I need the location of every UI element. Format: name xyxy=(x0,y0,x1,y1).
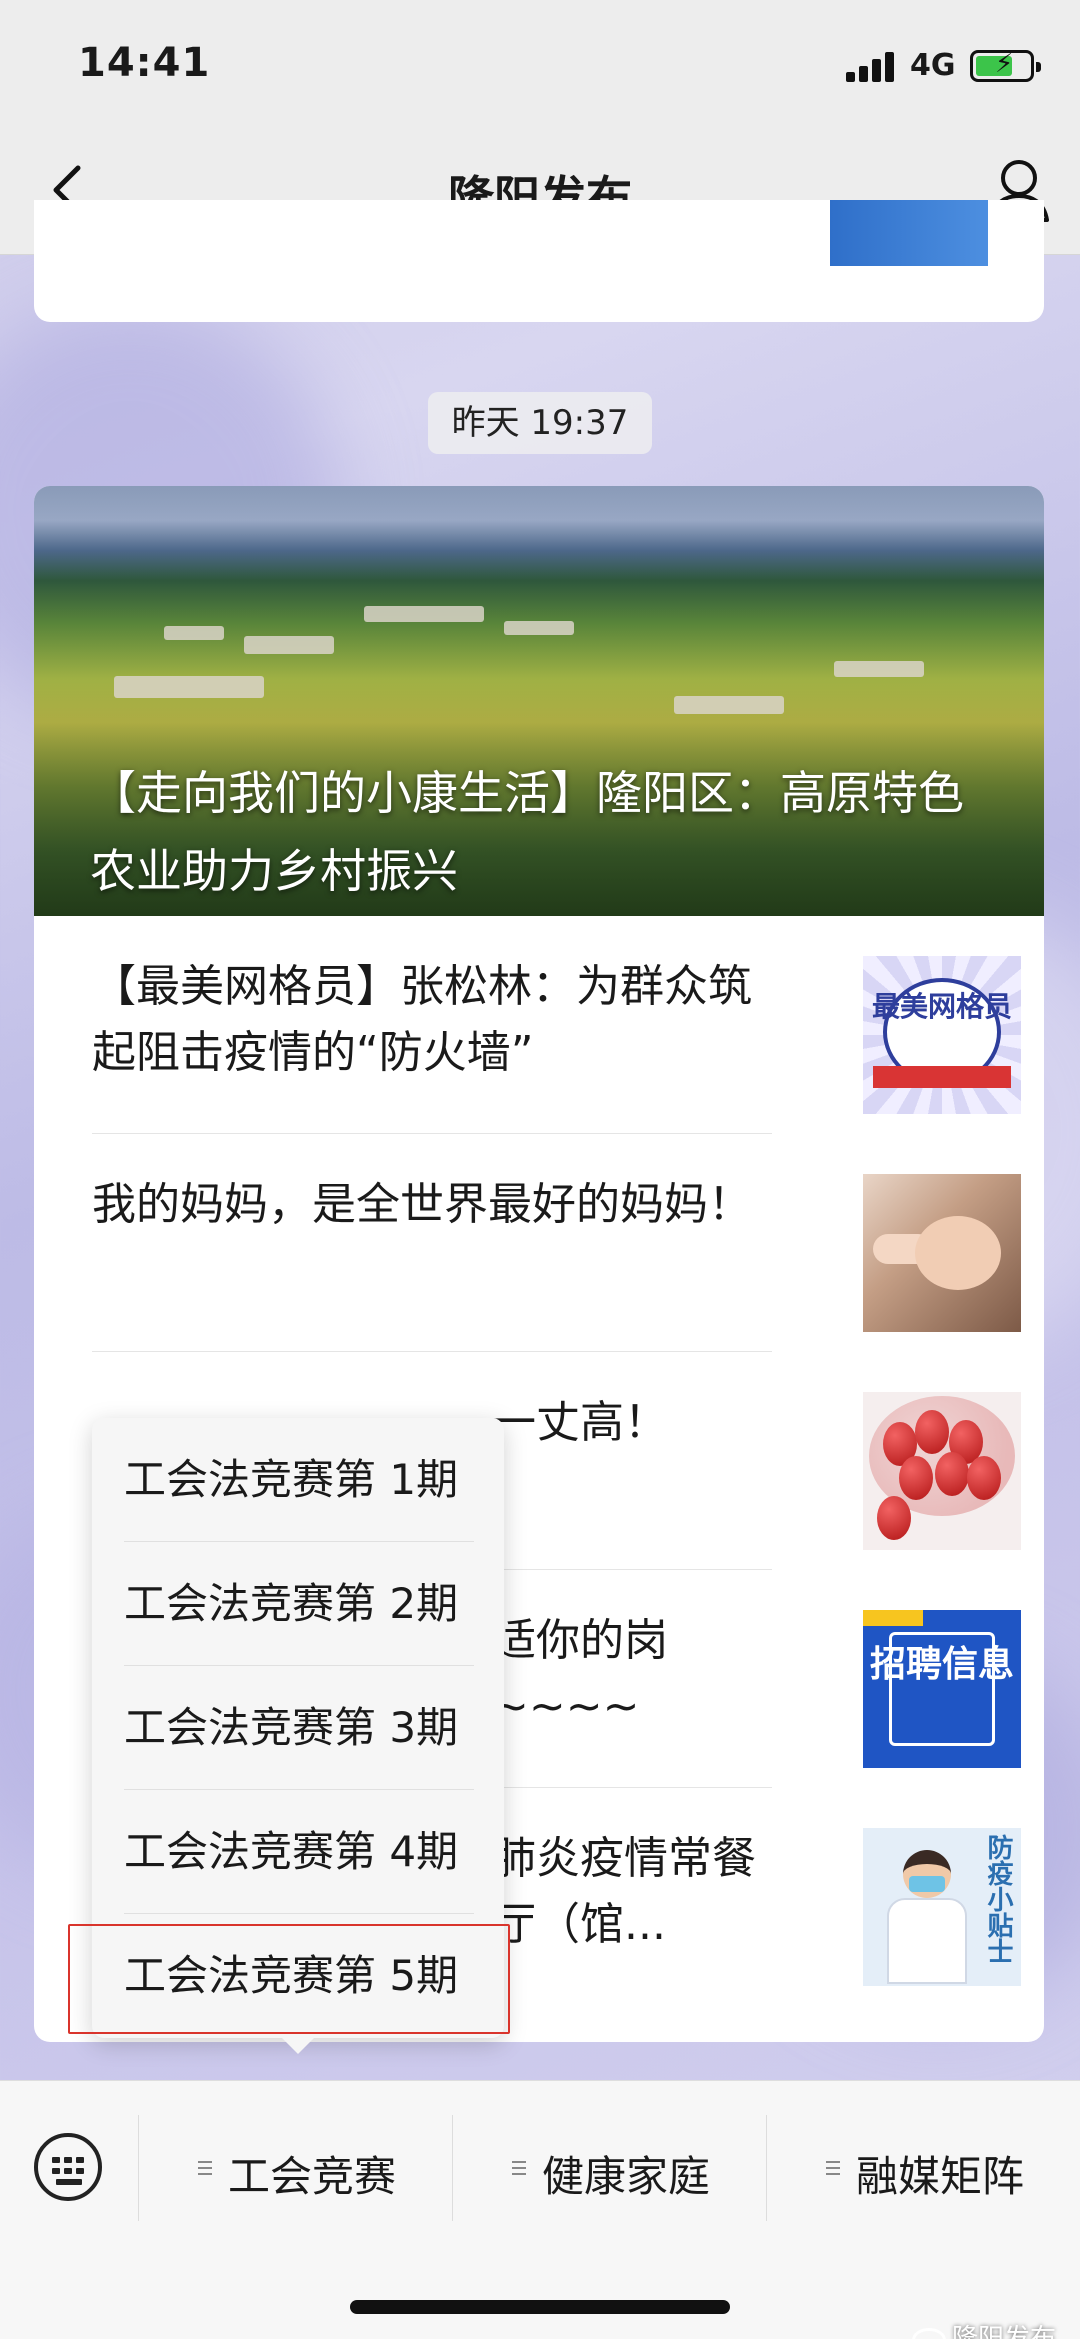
previous-article-thumbnail xyxy=(830,200,988,266)
submenu-item-label: 工会法竞赛第 1期 xyxy=(124,1455,459,1504)
signal-icon xyxy=(846,52,898,82)
submenu-item[interactable]: 工会法竞赛第 1期 xyxy=(124,1418,474,1542)
article-thumbnail: 招聘信息 xyxy=(863,1610,1021,1768)
watermark: 隆阳发布 xyxy=(911,2318,1056,2339)
article-item-1[interactable]: 【最美网格员】张松林：为群众筑起阻击疫情的“防火墙” 最美网格员 xyxy=(92,916,1021,1134)
submenu-item[interactable]: 工会法竞赛第 2期 xyxy=(124,1542,474,1666)
submenu-item-label: 工会法竞赛第 3期 xyxy=(124,1703,459,1752)
article-title: 【最美网格员】张松林：为群众筑起阻击疫情的“防火墙” xyxy=(92,961,752,1078)
thumbnail-label: 最美网格员 xyxy=(871,990,1012,1023)
watermark-label: 隆阳发布 xyxy=(951,2324,1056,2339)
thumbnail-label: 防疫小贴士 xyxy=(983,1834,1013,1964)
menu-label: 工会竞赛 xyxy=(228,2152,397,2201)
menu-lines-icon xyxy=(512,2161,526,2175)
home-indicator xyxy=(350,2300,730,2314)
menu-label: 健康家庭 xyxy=(542,2152,711,2201)
wechat-icon xyxy=(911,2327,946,2339)
popup-arrow xyxy=(282,2038,314,2054)
article-title: 一丈高！ xyxy=(492,1397,668,1448)
menu-label: 融媒矩阵 xyxy=(856,2152,1025,2201)
hero-article[interactable]: 【走向我们的小康生活】隆阳区：高原特色农业助力乡村振兴 xyxy=(34,486,1044,916)
menu-lines-icon xyxy=(198,2161,212,2175)
article-thumbnail xyxy=(863,1392,1021,1550)
submenu-item-label: 工会法竞赛第 2期 xyxy=(124,1579,459,1628)
status-time: 14:41 xyxy=(78,40,211,86)
article-title: 适你的岗~~~~ xyxy=(492,1615,668,1732)
hero-article-title: 【走向我们的小康生活】隆阳区：高原特色农业助力乡村振兴 xyxy=(90,766,964,898)
article-thumbnail xyxy=(863,1174,1021,1332)
battery-icon: ⚡ xyxy=(970,50,1041,82)
submenu-item[interactable]: 工会法竞赛第 3期 xyxy=(124,1666,474,1790)
menu-lines-icon xyxy=(826,2161,840,2175)
network-type: 4G xyxy=(910,48,956,83)
selection-highlight xyxy=(68,1924,510,2034)
menu-button-healthy-family[interactable]: 健康家庭 xyxy=(452,2105,766,2225)
article-title: 肺炎疫情常餐厅（馆... xyxy=(492,1833,756,1950)
article-item-2[interactable]: 我的妈妈，是全世界最好的妈妈！ xyxy=(92,1134,1021,1352)
menu-button-union-contest[interactable]: 工会竞赛 xyxy=(138,2105,452,2225)
keyboard-toggle-button[interactable] xyxy=(34,2133,102,2201)
previous-article-card[interactable] xyxy=(34,200,1044,322)
submenu-item-label: 工会法竞赛第 4期 xyxy=(124,1827,459,1876)
article-thumbnail: 防疫小贴士 xyxy=(863,1828,1021,1986)
menu-button-media-matrix[interactable]: 融媒矩阵 xyxy=(766,2105,1080,2225)
article-title: 我的妈妈，是全世界最好的妈妈！ xyxy=(92,1179,752,1230)
submenu-item[interactable]: 工会法竞赛第 4期 xyxy=(124,1790,474,1914)
article-thumbnail: 最美网格员 xyxy=(863,956,1021,1114)
status-bar: 14:41 4G ⚡ xyxy=(0,0,1080,130)
thumbnail-label: 招聘信息 xyxy=(869,1644,1014,1685)
message-timestamp: 昨天 19:37 xyxy=(428,392,652,454)
